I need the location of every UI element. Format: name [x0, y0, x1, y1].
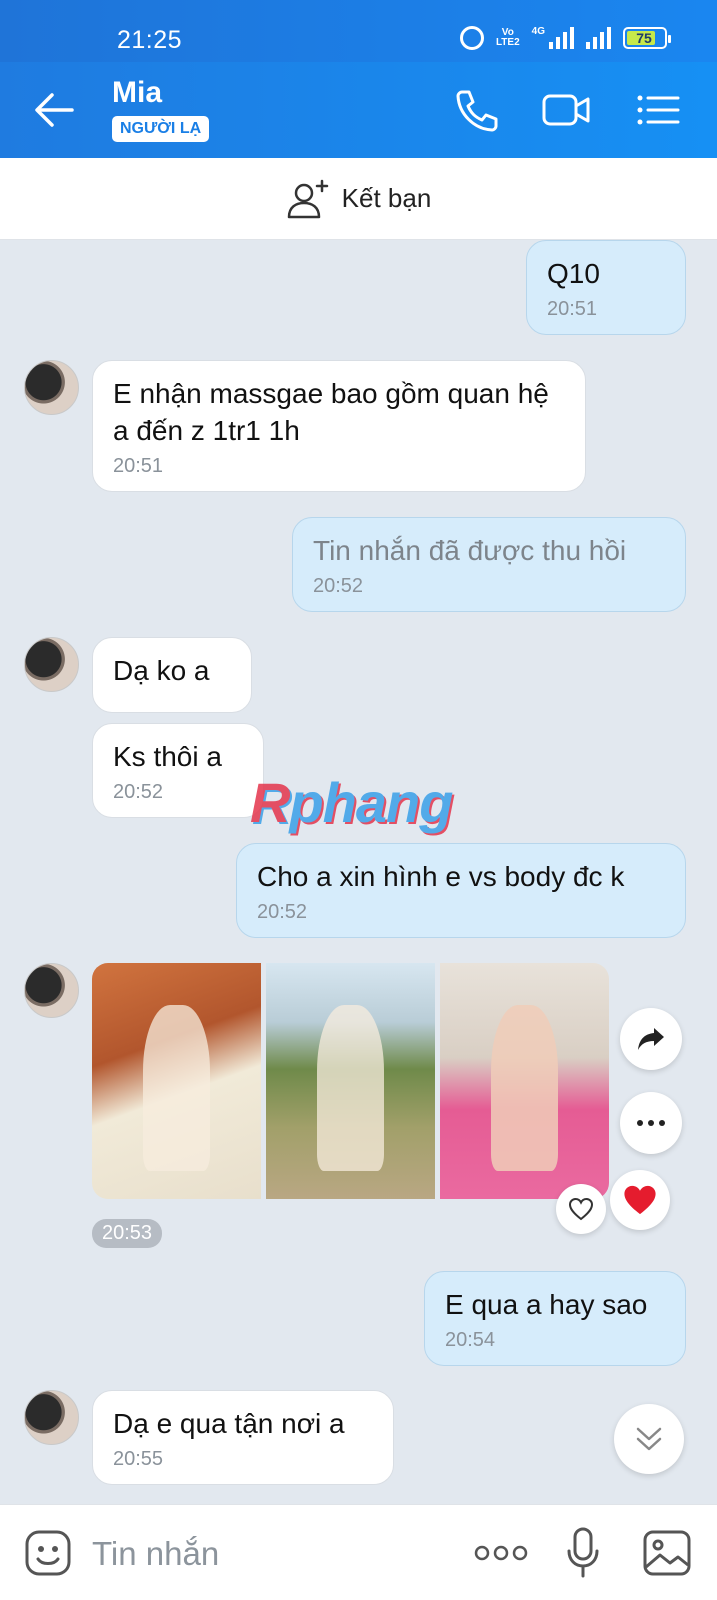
status-time: 21:25	[117, 26, 183, 54]
avatar[interactable]	[24, 637, 79, 692]
avatar[interactable]	[24, 360, 79, 415]
heart-outline-icon	[568, 1197, 594, 1221]
more-options-icon[interactable]	[474, 1545, 528, 1561]
message-text: Dạ ko a	[113, 655, 210, 686]
contact-name[interactable]: Mia	[112, 76, 162, 110]
message-time: 20:52	[113, 781, 164, 803]
message-text: Q10	[547, 258, 600, 289]
image-icon[interactable]	[642, 1529, 692, 1577]
video-call-icon[interactable]	[542, 88, 590, 132]
scroll-down-button[interactable]	[614, 1404, 684, 1474]
photo-2[interactable]	[266, 963, 435, 1199]
menu-icon[interactable]	[634, 88, 682, 132]
photo-time: 20:53	[92, 1219, 163, 1248]
battery-level: 75	[636, 30, 652, 46]
photo-message[interactable]	[92, 963, 609, 1199]
battery-icon: 75	[623, 27, 671, 49]
signal-icon	[549, 27, 574, 49]
message-bubble-out[interactable]: Q10 20:51	[526, 240, 686, 335]
share-icon	[638, 1028, 664, 1050]
message-bubble-out[interactable]: E qua a hay sao 20:54	[424, 1271, 686, 1366]
more-icon	[637, 1120, 665, 1126]
message-time: 20:51	[113, 455, 164, 477]
watermark-logo: Rphang	[250, 771, 453, 834]
message-time: 20:55	[113, 1448, 164, 1470]
add-friend-icon	[287, 179, 328, 218]
message-text: Dạ e qua tận nơi a	[113, 1408, 345, 1439]
photo-1[interactable]	[92, 963, 261, 1199]
share-button[interactable]	[620, 1008, 682, 1070]
mic-icon[interactable]	[566, 1527, 600, 1579]
signal-2-icon	[586, 27, 611, 49]
message-composer: Tin nhắn	[0, 1504, 717, 1600]
back-arrow-icon[interactable]	[32, 90, 76, 130]
message-bubble-recalled[interactable]: Tin nhắn đã được thu hồi 20:52	[292, 517, 686, 612]
message-bubble-in[interactable]: Dạ ko a	[92, 637, 252, 713]
message-time: 20:52	[313, 575, 364, 597]
add-friend-bar[interactable]: Kết bạn	[0, 158, 717, 240]
message-text: Cho a xin hình e vs body đc k	[257, 861, 625, 892]
scroll-down-icon	[636, 1427, 662, 1451]
message-bubble-out[interactable]: Cho a xin hình e vs body đc k 20:52	[236, 843, 686, 938]
chat-header: Mia NGƯỜI LẠ	[0, 62, 717, 158]
message-input[interactable]: Tin nhắn	[92, 1535, 219, 1573]
more-button[interactable]	[620, 1092, 682, 1154]
message-time: 20:52	[257, 901, 308, 923]
status-icons: Vo LTE2 4G 75	[459, 26, 671, 50]
status-bar: 21:25 Vo LTE2 4G 75	[0, 0, 717, 62]
message-time: 20:51	[547, 298, 598, 320]
alarm-icon	[459, 26, 484, 50]
message-text: E nhận massgae bao gồm quan hệ a đến z 1…	[113, 378, 549, 446]
message-bubble-in[interactable]: E nhận massgae bao gồm quan hệ a đến z 1…	[92, 360, 586, 492]
react-button[interactable]	[556, 1184, 606, 1234]
add-friend-label: Kết bạn	[341, 183, 432, 213]
message-bubble-in[interactable]: Ks thôi a 20:52	[92, 723, 264, 818]
avatar[interactable]	[24, 1390, 79, 1445]
message-text: Ks thôi a	[113, 741, 222, 772]
message-text: Tin nhắn đã được thu hồi	[313, 535, 627, 566]
network-type: 4G	[531, 26, 545, 37]
stranger-badge: NGƯỜI LẠ	[112, 116, 210, 142]
message-bubble-in[interactable]: Dạ e qua tận nơi a 20:55	[92, 1390, 394, 1485]
volte-icon: Vo LTE2	[495, 27, 520, 48]
avatar[interactable]	[24, 963, 79, 1018]
photo-3[interactable]	[440, 963, 609, 1199]
emoji-icon[interactable]	[24, 1529, 72, 1577]
heart-reaction[interactable]	[610, 1170, 670, 1230]
message-time: 20:54	[445, 1329, 496, 1351]
heart-icon	[624, 1185, 656, 1215]
message-text: E qua a hay sao	[445, 1289, 648, 1320]
phone-icon[interactable]	[452, 88, 500, 132]
